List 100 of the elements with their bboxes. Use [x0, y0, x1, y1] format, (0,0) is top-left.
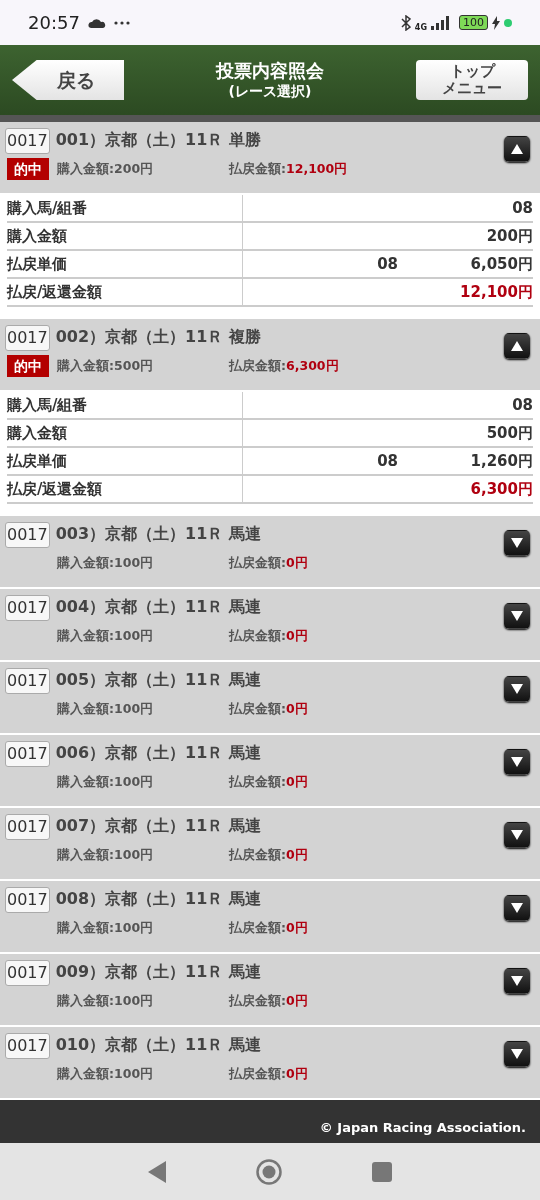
race-title: 010）京都（土）11Ｒ 馬連 [55, 1034, 261, 1056]
purchase-label: 購入金額: [57, 699, 114, 718]
payout-label: 払戻金額: [229, 356, 286, 375]
expand-toggle-button[interactable] [504, 1041, 530, 1067]
expand-toggle-button[interactable] [504, 895, 530, 921]
payout-label: 払戻金額: [229, 772, 286, 791]
payout-amount: 6,300円 [286, 356, 339, 375]
status-dot-icon [504, 18, 512, 27]
hit-badge: 的中 [7, 355, 49, 377]
purchase-amount: 200円 [114, 159, 154, 178]
home-icon[interactable] [256, 1158, 282, 1185]
detail-label: 払戻単価 [7, 251, 243, 277]
purchase-amount: 500円 [114, 356, 154, 375]
network-label: 4G [414, 21, 427, 34]
back-button[interactable]: 戻る [12, 60, 124, 100]
expand-toggle-button[interactable] [504, 822, 530, 848]
race-title: 001）京都（土）11Ｒ 単勝 [55, 129, 261, 151]
combo-number: 08 [377, 452, 398, 470]
detail-label: 購入馬/組番 [7, 392, 243, 418]
purchase-label: 購入金額: [57, 1064, 114, 1083]
top-menu-button[interactable]: トップ メニュー [416, 60, 528, 100]
copyright-text: © Japan Racing Association. [319, 1118, 526, 1137]
purchase-amount: 100円 [114, 991, 154, 1010]
detail-value: 08 [512, 199, 533, 217]
expand-icon [511, 757, 523, 767]
expand-toggle-button[interactable] [504, 676, 530, 702]
purchase-amount: 100円 [114, 918, 154, 937]
expand-toggle-button[interactable] [504, 333, 530, 359]
purchase-amount: 100円 [114, 845, 154, 864]
ticket-number: 0017 [5, 325, 50, 351]
payout-label: 払戻金額: [229, 918, 286, 937]
payout-amount: 0円 [286, 1064, 308, 1083]
battery-level: 100 [459, 15, 488, 30]
combo-number: 08 [377, 255, 398, 273]
detail-value: 200円 [486, 227, 533, 245]
expand-toggle-button[interactable] [504, 749, 530, 775]
race-title: 006）京都（土）11Ｒ 馬連 [55, 742, 261, 764]
ticket-number: 0017 [5, 887, 50, 913]
payout-amount: 0円 [286, 553, 308, 572]
purchase-label: 購入金額: [57, 845, 114, 864]
expand-toggle-button[interactable] [504, 136, 530, 162]
ticket-number: 0017 [5, 128, 50, 154]
payout-amount: 0円 [286, 918, 308, 937]
page-title: 投票内容照会 [216, 60, 324, 82]
payout-label: 払戻金額: [229, 1064, 286, 1083]
purchase-amount: 100円 [114, 772, 154, 791]
purchase-label: 購入金額: [57, 772, 114, 791]
purchase-label: 購入金額: [57, 553, 114, 572]
expand-toggle-button[interactable] [504, 968, 530, 994]
payout-label: 払戻金額: [229, 991, 286, 1010]
purchase-label: 購入金額: [57, 918, 114, 937]
payout-label: 払戻金額: [229, 626, 286, 645]
ticket-number: 0017 [5, 741, 50, 767]
race-title: 005）京都（土）11Ｒ 馬連 [55, 669, 261, 691]
purchase-label: 購入金額: [57, 991, 114, 1010]
payout-label: 払戻金額: [229, 845, 286, 864]
expand-toggle-button[interactable] [504, 530, 530, 556]
ticket-number: 0017 [5, 668, 50, 694]
detail-label: 払戻/返還金額 [7, 476, 243, 502]
collapse-icon [511, 341, 523, 351]
expand-icon [511, 611, 523, 621]
ticket-number: 0017 [5, 1033, 50, 1059]
hit-badge: 的中 [7, 158, 49, 180]
race-title: 003）京都（土）11Ｒ 馬連 [55, 523, 261, 545]
race-title: 007）京都（土）11Ｒ 馬連 [55, 815, 261, 837]
expand-icon [511, 976, 523, 986]
purchase-label: 購入金額: [57, 159, 114, 178]
clock-time: 20:57 [28, 11, 80, 35]
collapse-icon [511, 144, 523, 154]
payout-label: 払戻金額: [229, 159, 286, 178]
expand-icon [511, 903, 523, 913]
charging-icon [492, 15, 500, 30]
bluetooth-icon [400, 14, 411, 31]
expand-icon [511, 538, 523, 548]
payout-amount: 0円 [286, 845, 308, 864]
detail-value: 6,050円 [470, 255, 533, 273]
race-title: 004）京都（土）11Ｒ 馬連 [55, 596, 261, 618]
ticket-number: 0017 [5, 814, 50, 840]
detail-label: 払戻/返還金額 [7, 279, 243, 305]
payout-amount: 0円 [286, 699, 308, 718]
signal-icon [431, 15, 449, 30]
payout-label: 払戻金額: [229, 553, 286, 572]
purchase-amount: 100円 [114, 699, 154, 718]
payout-amount: 0円 [286, 626, 308, 645]
purchase-amount: 100円 [114, 1064, 154, 1083]
back-icon[interactable] [148, 1160, 166, 1183]
purchase-amount: 100円 [114, 553, 154, 572]
detail-value: 6,300円 [470, 480, 533, 498]
payout-amount: 12,100円 [286, 159, 348, 178]
ticket-number: 0017 [5, 960, 50, 986]
page-subtitle: (レース選択) [228, 82, 312, 100]
recent-apps-icon[interactable] [372, 1161, 392, 1182]
expand-icon [511, 684, 523, 694]
payout-amount: 0円 [286, 991, 308, 1010]
detail-value: 08 [512, 396, 533, 414]
ticket-number: 0017 [5, 595, 50, 621]
expand-icon [511, 1049, 523, 1059]
detail-value: 12,100円 [460, 283, 533, 301]
detail-label: 購入馬/組番 [7, 195, 243, 221]
expand-toggle-button[interactable] [504, 603, 530, 629]
